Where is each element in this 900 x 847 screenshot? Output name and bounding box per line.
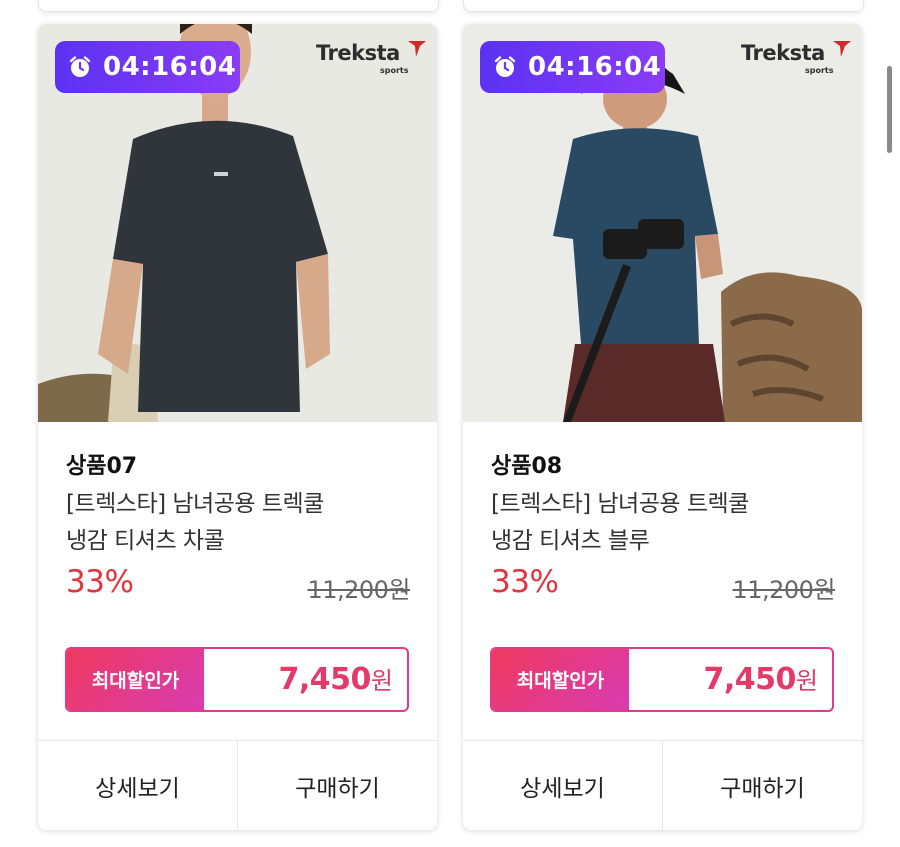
max-price-value: 7,450 (703, 662, 797, 697)
currency-unit: 원 (795, 667, 818, 695)
price-row: 33% 11,200원 (491, 564, 841, 606)
scrollbar[interactable] (887, 66, 892, 153)
original-price: 11,200원 (307, 576, 410, 604)
brand-name: Treksta (741, 41, 825, 65)
product-card[interactable]: 04:16:04 Treksta sports 상품07 [트렉스타] 남녀공용… (38, 24, 437, 830)
product-code: 상품08 (491, 454, 563, 479)
alarm-clock-icon (69, 56, 91, 77)
brand-logo: Treksta sports (741, 37, 851, 77)
brand-sub: sports (805, 66, 834, 75)
detail-button[interactable]: 상세보기 (463, 741, 662, 830)
max-discount-label: 최대할인가 (492, 649, 629, 710)
product-card[interactable]: 04:16:04 Treksta sports 상품08 [트렉스타] 남녀공용… (463, 24, 862, 830)
product-name[interactable]: [트렉스타] 남녀공용 트렉쿨 냉감 티셔츠 차콜 (66, 486, 416, 560)
price-row: 33% 11,200원 (66, 564, 416, 606)
currency-unit: 원 (370, 667, 393, 695)
countdown-timer: 04:16:04 (55, 41, 240, 93)
product-name-line-1: [트렉스타] 남녀공용 트렉쿨 (491, 491, 749, 517)
max-discount-price: 7,450원 (704, 661, 819, 697)
product-name-line-2: 냉감 티셔츠 블루 (491, 528, 650, 554)
original-price: 11,200원 (732, 576, 835, 604)
previous-card-bottom (38, 0, 439, 12)
max-discount-box: 최대할인가 7,450원 (65, 647, 409, 712)
treksta-logo-icon (833, 41, 851, 57)
card-actions: 상세보기 구매하기 (463, 740, 862, 830)
buy-button[interactable]: 구매하기 (237, 741, 437, 830)
product-info: 상품08 [트렉스타] 남녀공용 트렉쿨 냉감 티셔츠 블루 33% 11,20… (491, 452, 841, 606)
max-discount-box: 최대할인가 7,450원 (490, 647, 834, 712)
product-name-line-2: 냉감 티셔츠 차콜 (66, 528, 225, 554)
product-image[interactable]: 04:16:04 Treksta sports (38, 24, 437, 422)
product-code: 상품07 (66, 454, 138, 479)
max-discount-price: 7,450원 (279, 661, 394, 697)
max-price-value: 7,450 (278, 662, 372, 697)
buy-button[interactable]: 구매하기 (662, 741, 862, 830)
timer-text: 04:16:04 (103, 52, 237, 82)
card-actions: 상세보기 구매하기 (38, 740, 437, 830)
treksta-logo-icon (408, 41, 426, 57)
product-name[interactable]: [트렉스타] 남녀공용 트렉쿨 냉감 티셔츠 블루 (491, 486, 841, 560)
brand-sub: sports (380, 66, 409, 75)
product-info: 상품07 [트렉스타] 남녀공용 트렉쿨 냉감 티셔츠 차콜 33% 11,20… (66, 452, 416, 606)
brand-name: Treksta (316, 41, 400, 65)
countdown-timer: 04:16:04 (480, 41, 665, 93)
discount-rate: 33% (66, 564, 134, 600)
detail-button[interactable]: 상세보기 (38, 741, 237, 830)
alarm-clock-icon (494, 56, 516, 77)
product-image[interactable]: 04:16:04 Treksta sports (463, 24, 862, 422)
discount-rate: 33% (491, 564, 559, 600)
brand-logo: Treksta sports (316, 37, 426, 77)
product-name-line-1: [트렉스타] 남녀공용 트렉쿨 (66, 491, 324, 517)
previous-card-bottom (463, 0, 864, 12)
max-discount-label: 최대할인가 (67, 649, 204, 710)
timer-text: 04:16:04 (528, 52, 662, 82)
